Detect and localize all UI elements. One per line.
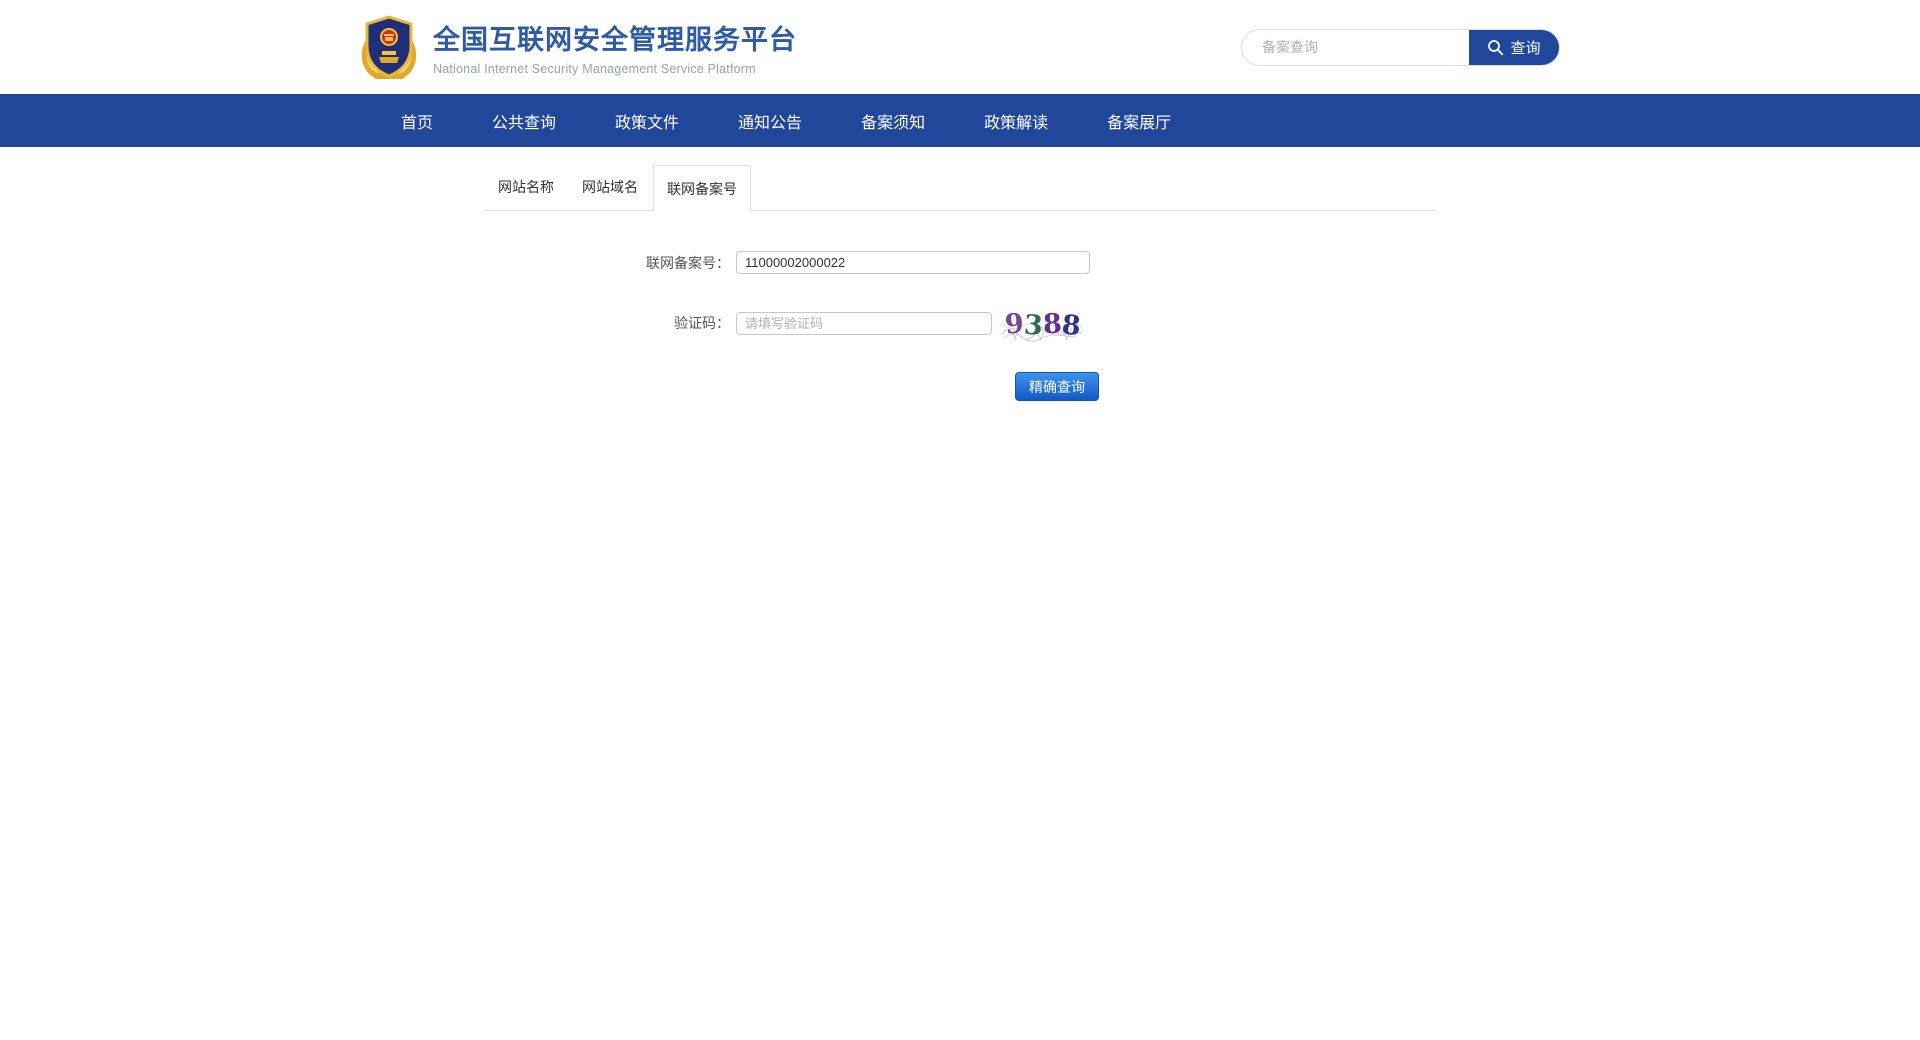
brand-block: 全国互联网安全管理服务平台 National Internet Security… [433, 18, 797, 76]
main-content: 网站名称 网站域名 联网备案号 联网备案号： 验证码： [0, 165, 1920, 401]
search-icon [1487, 39, 1504, 56]
nav-container: 首页 公共查询 政策文件 通知公告 备案须知 政策解读 备案展厅 [360, 94, 1560, 147]
captcha-label: 验证码： [485, 313, 736, 333]
tab-site-domain[interactable]: 网站域名 [569, 164, 651, 210]
record-number-row: 联网备案号： [485, 251, 1435, 274]
exact-query-button[interactable]: 精确查询 [1015, 372, 1099, 401]
record-query-form: 联网备案号： 验证码： 9 3 [485, 251, 1435, 401]
nav-item-record-hall[interactable]: 备案展厅 [1107, 109, 1171, 133]
site-subtitle: National Internet Security Management Se… [433, 62, 797, 76]
header-container: 全国互联网安全管理服务平台 National Internet Security… [360, 0, 1560, 94]
captcha-row: 验证码： 9 3 8 8 [485, 304, 1435, 342]
captcha-digit-2: 3 [1023, 310, 1044, 342]
nav-item-notices[interactable]: 通知公告 [738, 109, 802, 133]
tab-record-number[interactable]: 联网备案号 [653, 165, 751, 211]
captcha-digit-3: 8 [1042, 308, 1062, 340]
submit-row: 精确查询 [485, 372, 1435, 401]
nav-item-policy-docs[interactable]: 政策文件 [615, 109, 679, 133]
page-header: 全国互联网安全管理服务平台 National Internet Security… [0, 0, 1920, 94]
search-button-label: 查询 [1510, 37, 1540, 58]
nav-item-policy-reading[interactable]: 政策解读 [984, 109, 1048, 133]
captcha-digit-4: 8 [1061, 310, 1082, 342]
main-nav: 首页 公共查询 政策文件 通知公告 备案须知 政策解读 备案展厅 [0, 94, 1920, 147]
captcha-image[interactable]: 9 3 8 8 [1000, 304, 1085, 342]
nav-item-public-query[interactable]: 公共查询 [492, 109, 556, 133]
header-search-box: 查询 [1241, 29, 1560, 66]
site-title: 全国互联网安全管理服务平台 [433, 18, 797, 57]
nav-item-record-guide[interactable]: 备案须知 [861, 109, 925, 133]
query-panel: 网站名称 网站域名 联网备案号 联网备案号： 验证码： [485, 165, 1435, 401]
record-number-input[interactable] [736, 251, 1090, 274]
search-button[interactable]: 查询 [1469, 30, 1559, 65]
tab-site-name[interactable]: 网站名称 [485, 164, 567, 210]
captcha-digit-1: 9 [1004, 308, 1025, 341]
query-tabs: 网站名称 网站域名 联网备案号 [485, 165, 1435, 211]
captcha-input[interactable] [736, 312, 992, 335]
record-number-label: 联网备案号： [485, 253, 736, 273]
record-search-input[interactable] [1242, 30, 1469, 65]
police-badge-logo-icon [360, 13, 418, 81]
nav-item-home[interactable]: 首页 [401, 109, 433, 133]
